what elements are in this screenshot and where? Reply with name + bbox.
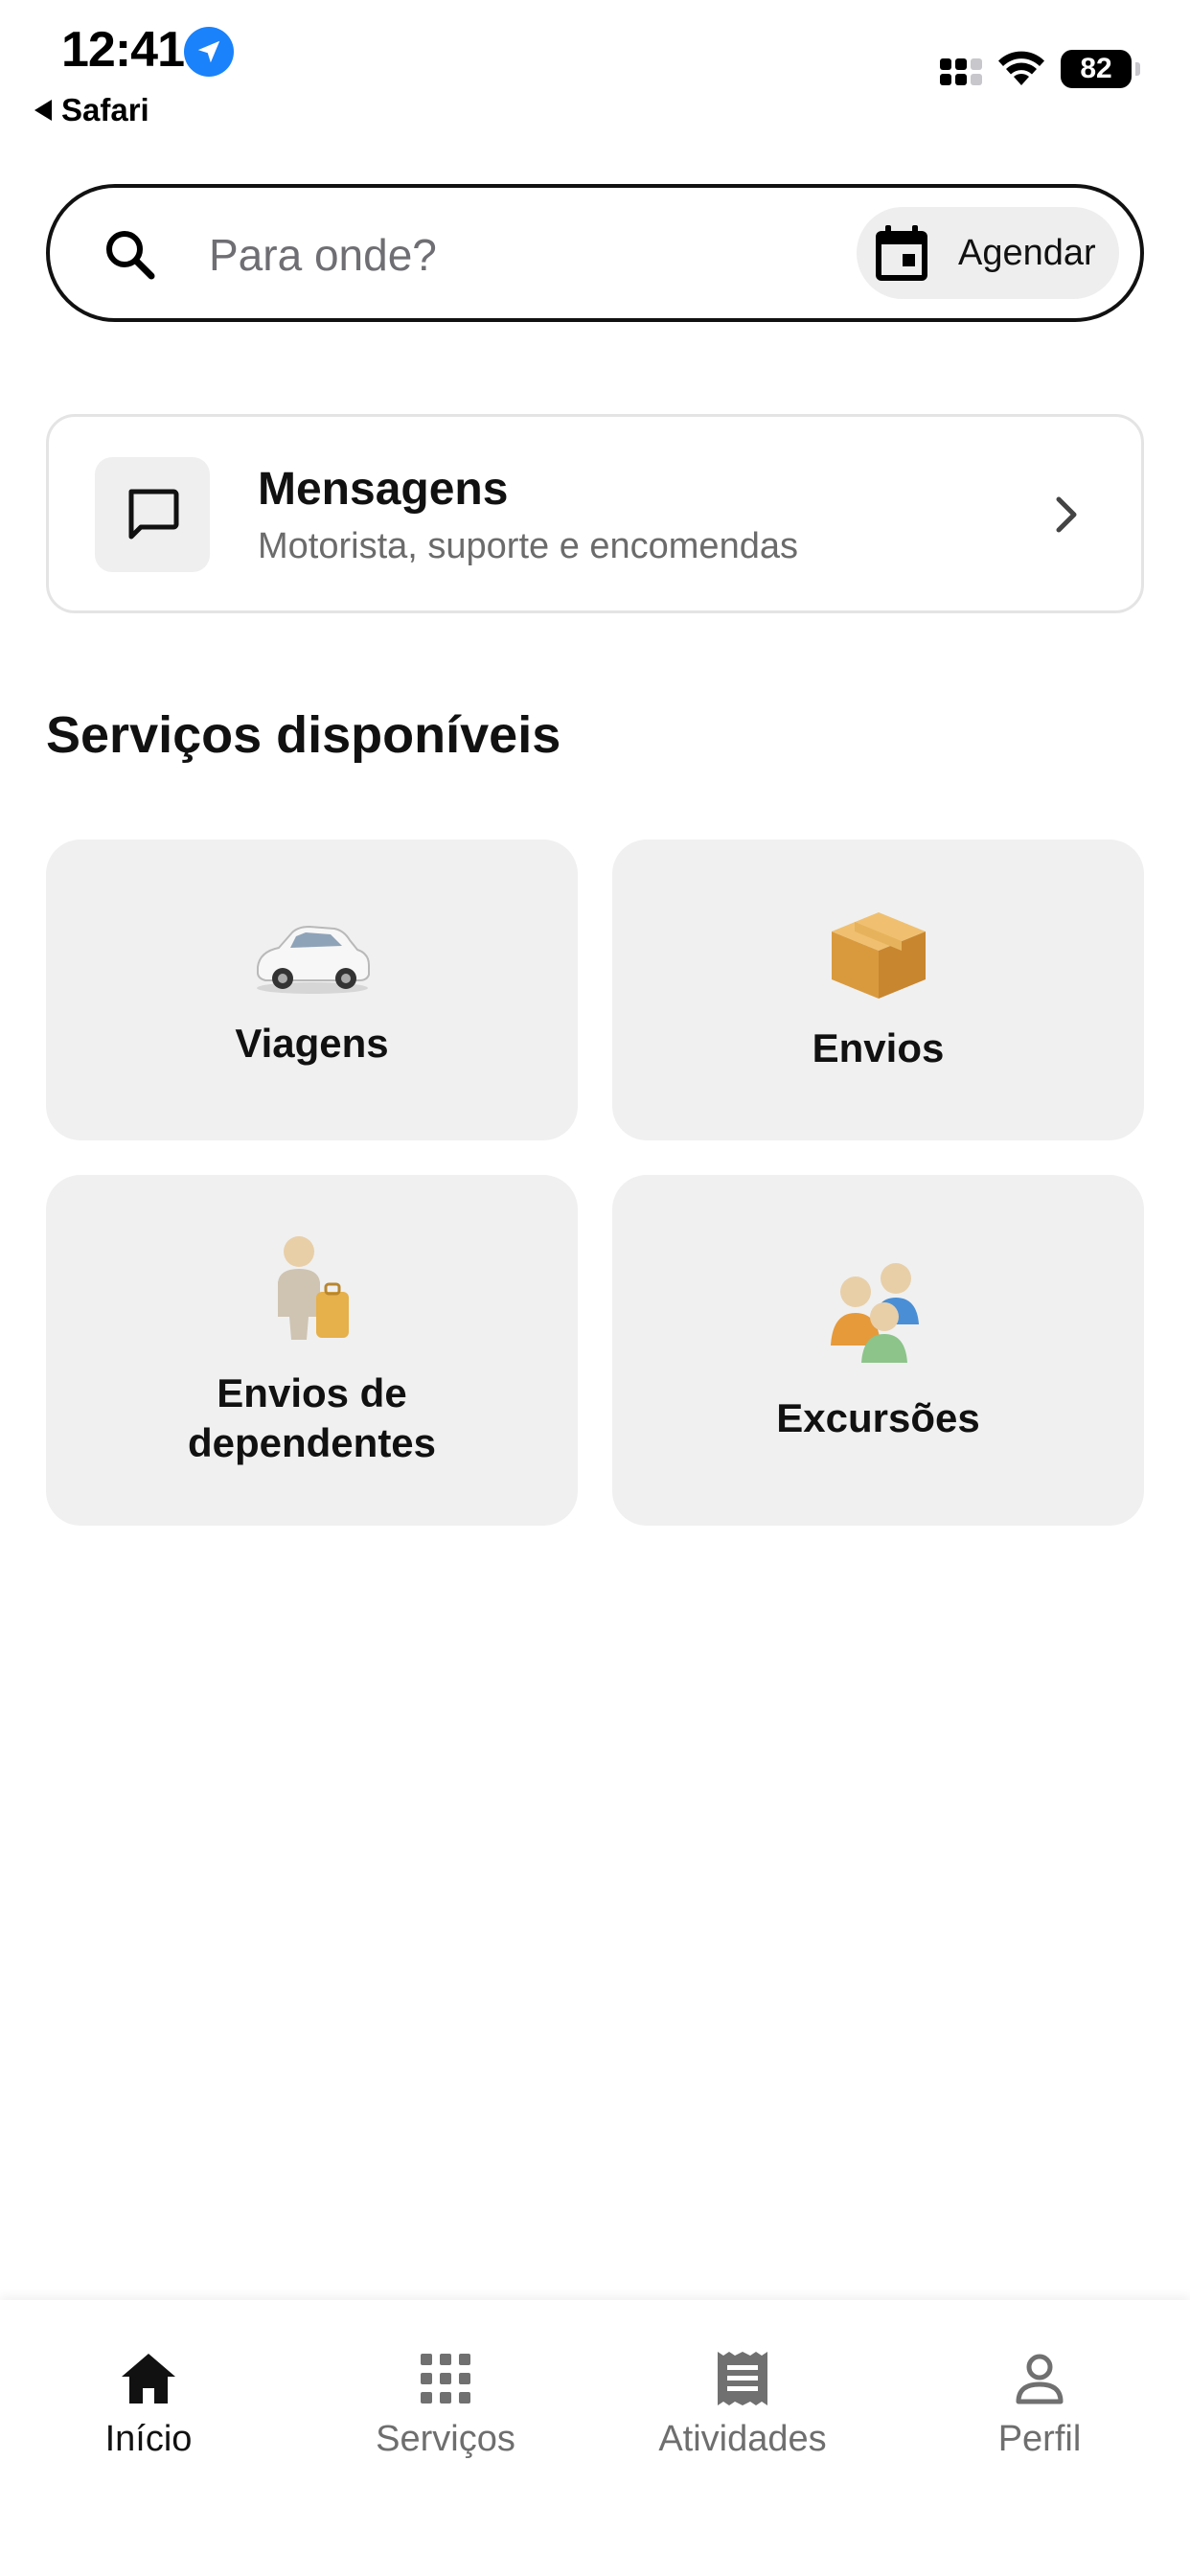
traveler-luggage-icon bbox=[277, 1236, 349, 1340]
service-card-envios-dependentes[interactable]: Envios de dependentes bbox=[46, 1175, 578, 1526]
tab-inicio[interactable]: Início bbox=[0, 2348, 297, 2482]
services-section-title: Serviços disponíveis bbox=[46, 706, 561, 764]
service-label-envios-dependentes: Envios de dependentes bbox=[187, 1370, 437, 1465]
tab-label-atividades: Atividades bbox=[658, 2419, 827, 2459]
service-card-excursoes[interactable]: Excursões bbox=[612, 1175, 1144, 1526]
back-triangle-icon bbox=[34, 100, 52, 121]
wifi-icon bbox=[998, 51, 1044, 85]
search-bar[interactable]: Agendar bbox=[46, 184, 1144, 322]
schedule-button[interactable]: Agendar bbox=[857, 207, 1119, 299]
back-app-label: Safari bbox=[61, 92, 149, 127]
search-icon bbox=[106, 231, 155, 280]
group-people-icon bbox=[830, 1263, 919, 1363]
tab-label-perfil: Perfil bbox=[997, 2419, 1082, 2459]
tab-label-servicos: Serviços bbox=[376, 2419, 515, 2459]
messages-title: Mensagens bbox=[258, 464, 509, 515]
tab-label-inicio: Início bbox=[104, 2419, 193, 2459]
service-label-viagens: Viagens bbox=[235, 1021, 389, 1066]
tab-perfil[interactable]: Perfil bbox=[891, 2348, 1188, 2482]
status-bar: 12:41 Safari 82 bbox=[0, 0, 1190, 134]
service-card-envios[interactable]: Envios bbox=[612, 840, 1144, 1140]
grid-icon bbox=[421, 2354, 470, 2404]
messages-card[interactable]: Mensagens Motorista, suporte e encomenda… bbox=[46, 414, 1144, 613]
battery-level: 82 bbox=[1061, 50, 1132, 88]
home-icon bbox=[122, 2354, 175, 2404]
car-icon bbox=[256, 925, 370, 994]
person-icon bbox=[1016, 2354, 1064, 2404]
tab-atividades[interactable]: Atividades bbox=[594, 2348, 891, 2482]
messages-icon-container bbox=[95, 457, 210, 572]
battery-icon: 82 bbox=[1061, 50, 1140, 88]
tab-servicos[interactable]: Serviços bbox=[297, 2348, 594, 2482]
service-card-viagens[interactable]: Viagens bbox=[46, 840, 578, 1140]
bottom-tab-bar: Início Serviços Atividades Perfil bbox=[0, 2300, 1190, 2576]
receipt-icon bbox=[718, 2352, 767, 2405]
messages-subtitle: Motorista, suporte e encomendas bbox=[258, 526, 798, 566]
destination-search-input[interactable] bbox=[209, 226, 707, 284]
location-arrow-icon bbox=[184, 27, 234, 77]
package-icon bbox=[831, 912, 926, 999]
chevron-right-icon bbox=[1056, 496, 1077, 533]
status-time: 12:41 bbox=[61, 22, 185, 78]
back-to-app-link[interactable]: Safari bbox=[34, 92, 149, 128]
service-label-excursoes: Excursões bbox=[776, 1395, 980, 1440]
cellular-signal-icon bbox=[940, 58, 982, 85]
schedule-label: Agendar bbox=[958, 232, 1096, 273]
calendar-icon bbox=[876, 225, 927, 281]
home-screen: 12:41 Safari 82 Para onde? Agendar Mensa… bbox=[0, 0, 1190, 2576]
status-indicators: 82 bbox=[940, 50, 1140, 88]
chat-bubble-icon bbox=[128, 489, 179, 540]
service-label-envios: Envios bbox=[812, 1025, 945, 1070]
